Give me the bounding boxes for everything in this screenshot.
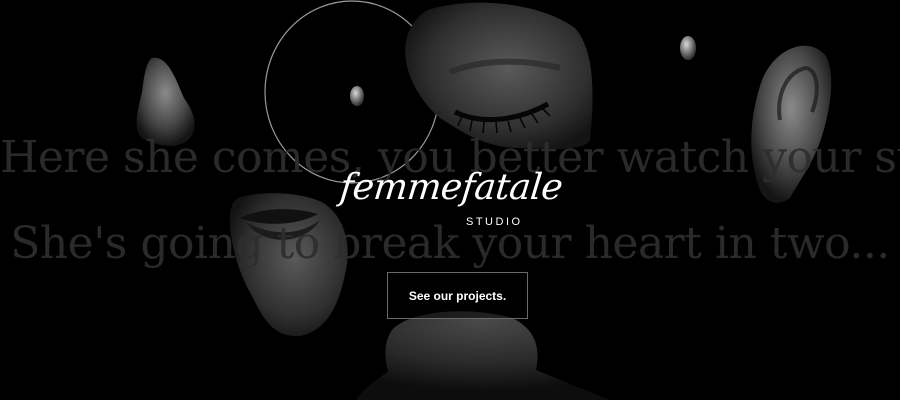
see-projects-button[interactable]: See our projects. (387, 272, 528, 319)
studio-logo[interactable]: femmefatale STUDIO (337, 167, 580, 240)
eye-fragment (405, 2, 593, 150)
see-projects-label: See our projects. (408, 288, 507, 303)
hero-section: Here she comes, you better watch your st… (0, 0, 900, 400)
logo-subtitle: STUDIO (466, 216, 523, 228)
neck-fragment (356, 311, 610, 400)
pearl-earring-left (350, 86, 364, 106)
pearl-earring-right (680, 36, 696, 60)
logo-wordmark: femmefatale (337, 167, 565, 208)
